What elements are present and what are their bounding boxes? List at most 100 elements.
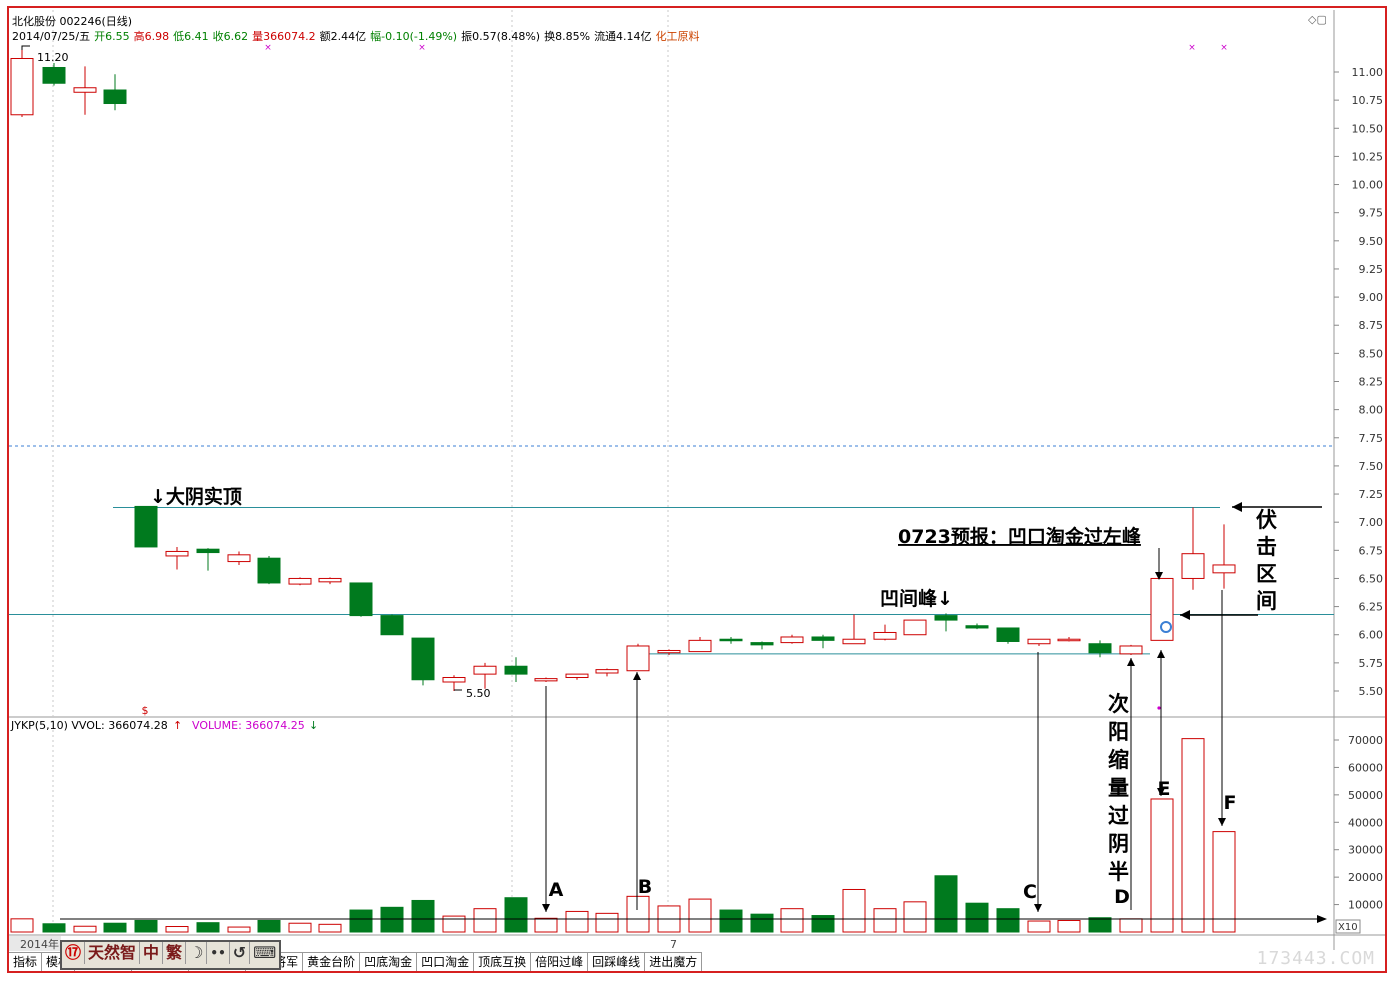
vol-bar-9 <box>288 922 312 933</box>
candle-body-17 <box>534 678 558 682</box>
quote-field-9: 换8.85% <box>544 30 591 43</box>
vol-bar-22 <box>688 898 712 933</box>
quote-field-5: 量366074.2 <box>252 30 316 43</box>
zone-note-char-1: 击 <box>1256 535 1277 559</box>
candle-body-19 <box>595 669 619 674</box>
zone-arrow-top-head <box>1232 502 1242 512</box>
candle-body-30 <box>934 615 958 621</box>
vol-bar-34 <box>1057 919 1081 933</box>
zone-note-char-2: 区 <box>1256 562 1277 586</box>
toolbar-brand[interactable]: 天然智 <box>85 942 141 964</box>
tab-7[interactable]: 凹底淘金 <box>360 953 418 971</box>
tab-9[interactable]: 顶底互换 <box>474 953 532 971</box>
quote-field-7: 幅-0.10(-1.49%) <box>370 30 458 43</box>
candle-body-11 <box>349 582 373 617</box>
side-note-char-5: 阴 <box>1108 832 1129 856</box>
vol-bar-1 <box>42 923 66 933</box>
forecast-note: 0723预报：凹口淘金过左峰 <box>898 525 1142 548</box>
candle-body-20 <box>626 645 650 672</box>
price-tick-14: 7.50 <box>1359 460 1384 473</box>
vol-bar-37 <box>1150 798 1174 933</box>
candle-body-32 <box>996 627 1020 642</box>
letter-A: A <box>549 879 564 901</box>
candle-body-3 <box>103 89 127 105</box>
toolbar-simplified[interactable]: 中 <box>140 942 164 964</box>
candle-body-9 <box>288 577 312 585</box>
price-tick-1: 10.75 <box>1352 94 1384 107</box>
arrow-head-E <box>1157 650 1165 658</box>
price-tick-2: 10.50 <box>1352 122 1384 135</box>
tab-8[interactable]: 凹口淘金 <box>417 953 475 971</box>
low-label: 5.50 <box>466 687 491 700</box>
side-note-char-2: 缩 <box>1108 748 1129 772</box>
quote-field-10: 流通4.14亿 <box>594 30 652 43</box>
side-note-char-3: 量 <box>1108 776 1129 800</box>
moon-icon[interactable]: ☽ <box>186 942 208 964</box>
price-tick-21: 5.75 <box>1359 657 1384 670</box>
zone-note-char-0: 伏 <box>1256 508 1277 532</box>
tab-6[interactable]: 黄金台阶 <box>303 953 361 971</box>
price-tick-19: 6.25 <box>1359 601 1384 614</box>
candle-body-33 <box>1027 638 1051 645</box>
dots-icon[interactable]: •• <box>207 942 230 964</box>
candle-body-10 <box>318 577 342 583</box>
keyboard-icon[interactable]: ⌨ <box>250 942 279 964</box>
arrow-head-D <box>1127 658 1135 666</box>
quote-field-4: 收6.62 <box>212 30 249 43</box>
vol-tick-6: 10000 <box>1348 899 1383 912</box>
vol-tick-2: 50000 <box>1348 789 1383 802</box>
tab-12[interactable]: 进出魔方 <box>645 953 703 971</box>
candle-body-13 <box>411 637 435 681</box>
window-restore-icon[interactable]: ◇▢ <box>1308 13 1327 26</box>
candlestick-chart[interactable]: 11.00 10.75 10.50 10.25 10.00 9.75 9.50 9.25 9.0… <box>0 0 1395 981</box>
stock-title: 北化股份 002246(日线) <box>12 15 133 28</box>
price-tick-15: 7.25 <box>1359 488 1384 501</box>
candle-body-28 <box>873 631 897 640</box>
candle-body-12 <box>380 615 404 636</box>
top-note: ↓大阴实顶 <box>150 485 242 508</box>
volume-line: VOLUME: 366074.25 <box>192 719 305 732</box>
candle-body-15 <box>473 665 497 675</box>
candle-body-34 <box>1057 638 1081 642</box>
vol-bar-8 <box>257 919 281 933</box>
vol-tick-4: 30000 <box>1348 844 1383 857</box>
logo-icon[interactable]: ⑰ <box>62 942 86 964</box>
vol-bar-35 <box>1088 917 1112 933</box>
vol-tick-0: 70000 <box>1348 734 1383 747</box>
vol-bar-12 <box>380 906 404 933</box>
tab-0[interactable]: 指标 <box>9 953 43 971</box>
price-tick-4: 10.00 <box>1352 179 1384 192</box>
signal-dot <box>1157 706 1161 710</box>
vol-bar-10 <box>318 923 342 933</box>
price-tick-11: 8.25 <box>1359 376 1384 389</box>
signal-s-icon: $ <box>142 704 149 717</box>
high-label: 11.20 <box>37 51 69 64</box>
x-label-month: 7 <box>670 938 677 951</box>
vol-bar-4 <box>134 919 158 933</box>
tab-11[interactable]: 回踩峰线 <box>588 953 646 971</box>
volume-down-arrow: ↓ <box>309 719 318 732</box>
quote-field-6: 额2.44亿 <box>319 30 367 43</box>
candle-body-1 <box>42 66 66 84</box>
candle-body-25 <box>780 636 804 644</box>
vol-bar-17 <box>534 917 558 933</box>
zone-arrow-bottom-head <box>1180 610 1190 620</box>
letter-F: F <box>1224 792 1237 814</box>
vol-bar-3 <box>103 922 127 933</box>
refresh-icon[interactable]: ↺ <box>230 942 251 964</box>
vol-bar-39 <box>1212 831 1236 933</box>
candle-body-14 <box>442 676 466 683</box>
candle-body-31 <box>965 625 989 629</box>
vol-bar-23 <box>719 909 743 933</box>
candle-body-36 <box>1119 645 1143 655</box>
candle-body-7 <box>227 554 251 563</box>
vol-bar-38 <box>1181 738 1205 933</box>
candle-body-23 <box>719 638 743 642</box>
vol-bar-25 <box>780 908 804 933</box>
toolbar-traditional[interactable]: 繁 <box>163 942 187 964</box>
x-mark-1: × <box>418 43 426 53</box>
floating-toolbar: ⑰ 天然智 中 繁 ☽ •• ↺ ⌨ <box>60 940 282 970</box>
tab-10[interactable]: 倍阳过峰 <box>531 953 589 971</box>
quote-field-1: 开6.55 <box>94 30 130 43</box>
quote-field-11: 化工原料 <box>655 30 700 43</box>
